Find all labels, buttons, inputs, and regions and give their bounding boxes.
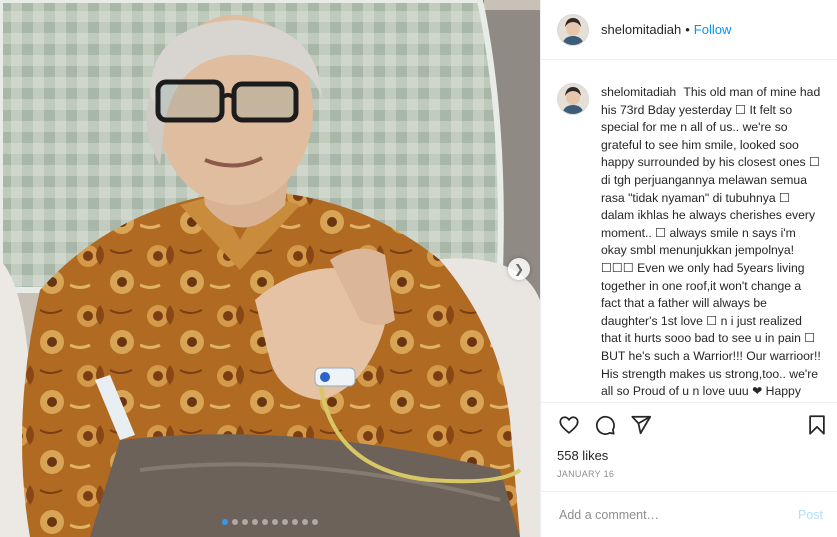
photo-illustration <box>0 0 540 537</box>
carousel-dot <box>252 519 258 525</box>
instagram-post: ❯ shelomitadiah • Follow shelomitadiah T… <box>0 0 837 537</box>
carousel-dot <box>302 519 308 525</box>
post-photo[interactable]: ❯ <box>0 0 540 537</box>
post-date[interactable]: JANUARY 16 <box>541 463 837 491</box>
avatar-image <box>558 84 588 114</box>
add-comment-bar: Post <box>541 491 837 537</box>
follow-button[interactable]: Follow <box>694 22 732 37</box>
username-link[interactable]: shelomitadiah <box>601 22 681 37</box>
paper-plane-icon <box>631 415 652 434</box>
bookmark-icon <box>809 414 825 435</box>
carousel-dot <box>312 519 318 525</box>
post-header: shelomitadiah • Follow <box>541 0 837 60</box>
carousel-dot <box>292 519 298 525</box>
post-side-panel: shelomitadiah • Follow shelomitadiah Thi… <box>540 0 837 537</box>
caption-text-block: shelomitadiah This old man of mine had h… <box>601 84 821 402</box>
chevron-right-icon: ❯ <box>513 262 525 276</box>
caption-avatar[interactable] <box>557 83 589 115</box>
separator-dot: • <box>685 22 690 37</box>
carousel-dot-active <box>222 519 228 525</box>
avatar[interactable] <box>557 13 589 46</box>
save-button[interactable] <box>805 413 829 437</box>
like-button[interactable] <box>557 413 581 437</box>
post-comment-button[interactable]: Post <box>798 508 823 522</box>
carousel-dot <box>262 519 268 525</box>
carousel-dot <box>282 519 288 525</box>
heart-icon <box>559 415 579 434</box>
caption: shelomitadiah This old man of mine had h… <box>557 83 821 402</box>
carousel-dot <box>272 519 278 525</box>
caption-area[interactable]: shelomitadiah This old man of mine had h… <box>541 60 837 402</box>
comment-icon <box>595 415 615 435</box>
carousel-next-button[interactable]: ❯ <box>508 258 530 280</box>
caption-text: This old man of mine had his 73rd Bday y… <box>601 85 821 402</box>
carousel-indicator <box>0 519 540 525</box>
carousel-dot <box>232 519 238 525</box>
likes-count[interactable]: 558 likes <box>541 448 837 463</box>
comment-button[interactable] <box>593 413 617 437</box>
avatar-image <box>558 14 588 45</box>
share-button[interactable] <box>629 413 653 437</box>
caption-username-link[interactable]: shelomitadiah <box>601 85 676 99</box>
carousel-dot <box>242 519 248 525</box>
comment-input[interactable] <box>557 506 798 523</box>
action-bar <box>541 402 837 446</box>
